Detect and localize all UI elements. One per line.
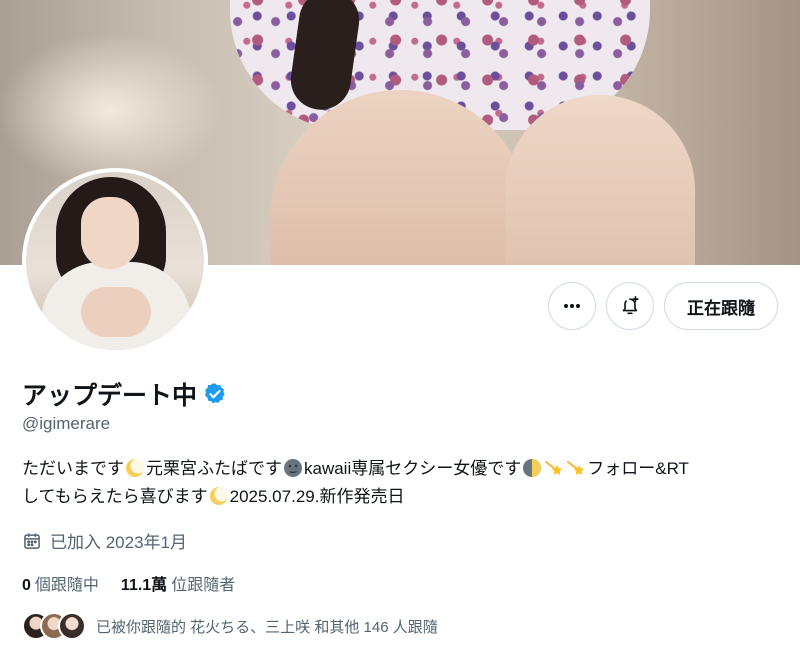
followed-by-text: 已被你跟隨的 花火ちる、三上咲 和其他 146 人跟隨 xyxy=(96,618,438,636)
bio-text: 2025.07.29.新作発売日 xyxy=(229,487,405,506)
avatar xyxy=(58,612,86,640)
following-count: 0 xyxy=(22,577,31,594)
new-moon-face-icon xyxy=(284,459,302,477)
profile-bio: ただいまです 元栗宮ふたばです kawaii専属セクシー女優です フォロー&RT して… xyxy=(22,455,782,511)
followers-link[interactable]: 11.1萬 位跟隨者 xyxy=(121,571,235,595)
followers-you-know[interactable]: 已被你跟隨的 花火ちる、三上咲 和其他 146 人跟隨 xyxy=(22,612,438,640)
following-link[interactable]: 0 個跟隨中 xyxy=(22,571,99,595)
shooting-star-icon xyxy=(545,461,563,475)
profile-actions: 正在跟隨 xyxy=(548,282,778,330)
avatar-image xyxy=(26,172,204,350)
crescent-moon-icon xyxy=(209,486,229,505)
calendar-icon xyxy=(24,533,40,549)
bio-line-2: してもらえたら喜びます 2025.07.29.新作発売日 xyxy=(22,483,782,511)
name-row: アップデート中 xyxy=(22,376,227,412)
following-label: 個跟隨中 xyxy=(34,577,99,594)
banner-leg-shape xyxy=(505,95,695,265)
more-button[interactable] xyxy=(548,282,596,330)
avatar-face-shape xyxy=(81,197,139,269)
first-quarter-moon-icon xyxy=(523,459,542,477)
avatar-skin-shape xyxy=(81,287,151,337)
profile-stats: 0 個跟隨中 11.1萬 位跟隨者 xyxy=(22,571,235,595)
display-name: アップデート中 xyxy=(22,382,198,410)
following-button[interactable]: 正在跟隨 xyxy=(664,282,778,330)
followers-count: 11.1萬 xyxy=(120,577,168,594)
following-button-label: 正在跟隨 xyxy=(687,298,755,318)
bell-plus-icon xyxy=(622,296,639,315)
followers-label: 位跟隨者 xyxy=(171,577,236,594)
shooting-star-icon xyxy=(567,461,585,475)
profile-avatar[interactable] xyxy=(22,168,208,354)
bio-text: 元栗宮ふたばです xyxy=(146,459,282,478)
joined-date: 已加入 2023年1月 xyxy=(22,528,187,553)
bio-text: フォロー&RT xyxy=(587,459,689,478)
joined-text: 已加入 2023年1月 xyxy=(50,533,187,552)
bio-text: してもらえたら喜びます xyxy=(22,487,208,506)
bio-text: kawaii専属セクシー女優です xyxy=(304,459,522,478)
profile-handle: @igimerare xyxy=(22,414,111,433)
crescent-moon-icon xyxy=(126,458,145,477)
mutual-avatars xyxy=(22,612,86,640)
notify-button[interactable] xyxy=(606,282,654,330)
bio-text: ただいまです xyxy=(22,459,124,478)
bio-line-1: ただいまです 元栗宮ふたばです kawaii専属セクシー女優です フォロー&RT xyxy=(22,455,782,483)
more-horizontal-icon xyxy=(564,304,580,308)
verified-badge-icon[interactable] xyxy=(203,382,227,406)
